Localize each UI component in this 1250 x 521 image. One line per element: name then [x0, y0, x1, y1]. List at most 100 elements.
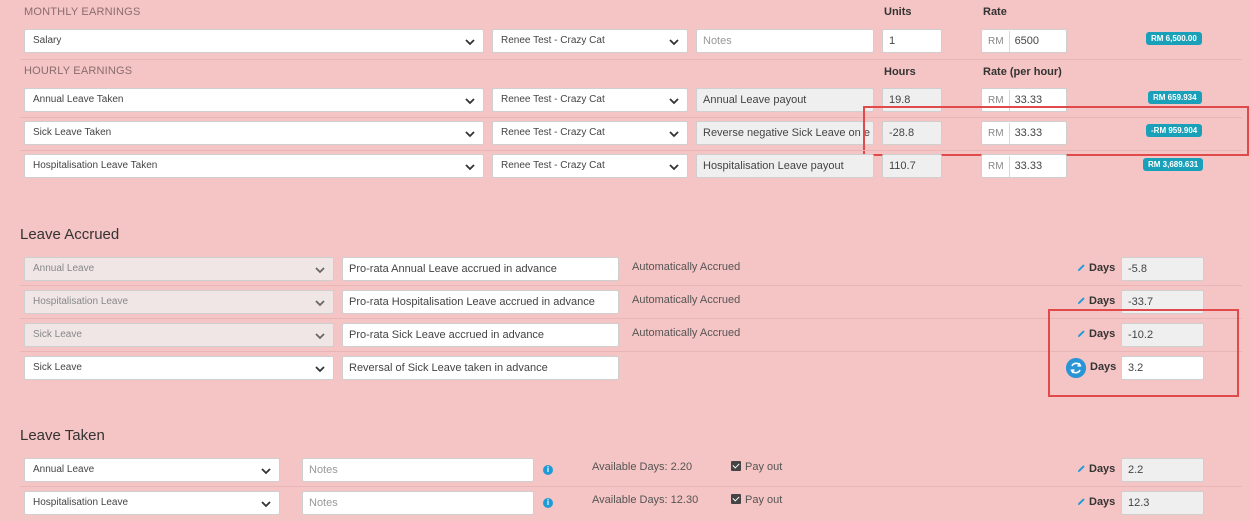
pay-out-label: Pay out [745, 494, 783, 506]
leave-type-value: Sick Leave [33, 362, 82, 373]
highlight-box [863, 106, 1249, 156]
accrual-description-input[interactable]: Pro-rata Hospitalisation Leave accrued i… [342, 290, 619, 314]
row-total-badge: RM 3,689.631 [1143, 158, 1204, 171]
accrual-description-input[interactable]: Pro-rata Annual Leave accrued in advance [342, 257, 619, 281]
accrual-mode-label: Automatically Accrued [632, 261, 741, 273]
days-label: Days [1089, 295, 1116, 307]
days-input[interactable]: 12.3 [1121, 491, 1204, 515]
leave-type-select: Hospitalisation Leave [24, 290, 334, 314]
chevron-down-icon [261, 501, 271, 508]
info-icon[interactable]: i [543, 465, 553, 475]
employee-value: Renee Test - Crazy Cat [501, 160, 605, 171]
earning-type-value: Annual Leave Taken [33, 94, 124, 105]
days-label: Days [1089, 496, 1116, 508]
notes-input[interactable]: Notes [302, 491, 534, 515]
rate-value: 6500 [1014, 35, 1040, 47]
currency-prefix: RM [988, 31, 1010, 52]
rate-value: 33.33 [1014, 94, 1043, 106]
leave-type-value: Annual Leave [33, 464, 95, 475]
rate-input[interactable]: RM 6500 [981, 29, 1067, 53]
checkbox-checked-icon [731, 461, 741, 471]
earning-type-value: Hospitalisation Leave Taken [33, 160, 158, 171]
hours-input[interactable]: 110.7 [882, 154, 942, 178]
employee-value: Renee Test - Crazy Cat [501, 127, 605, 138]
chevron-down-icon [315, 366, 325, 373]
info-icon[interactable]: i [543, 498, 553, 508]
earning-type-select[interactable]: Salary [24, 29, 484, 53]
chevron-down-icon [465, 39, 475, 46]
accrual-description-input[interactable]: Reversal of Sick Leave taken in advance [342, 356, 619, 380]
leave-taken-heading: Leave Taken [20, 427, 105, 444]
rate-per-hour-column-header: Rate (per hour) [983, 66, 1062, 78]
highlight-box [1048, 309, 1239, 397]
pencil-icon [1077, 498, 1085, 506]
divider [20, 59, 1242, 60]
row-total-badge: RM 6,500.00 [1146, 32, 1202, 45]
edit-days-button[interactable]: Days [1077, 496, 1115, 508]
hourly-earnings-label: HOURLY EARNINGS [24, 65, 133, 77]
leave-type-select: Annual Leave [24, 257, 334, 281]
leave-type-select: Sick Leave [24, 323, 334, 347]
notes-input[interactable]: Notes [696, 29, 874, 53]
leave-type-select[interactable]: Annual Leave [24, 458, 280, 482]
employee-select[interactable]: Renee Test - Crazy Cat [492, 29, 688, 53]
leave-type-select[interactable]: Hospitalisation Leave [24, 491, 280, 515]
accrual-description-input[interactable]: Pro-rata Sick Leave accrued in advance [342, 323, 619, 347]
chevron-down-icon [669, 131, 679, 138]
divider [20, 150, 1242, 151]
earning-type-select[interactable]: Annual Leave Taken [24, 88, 484, 112]
available-days-text: Available Days: 12.30 [592, 494, 699, 506]
notes-placeholder: Notes [309, 497, 338, 509]
notes-input[interactable]: Reverse negative Sick Leave on e [696, 121, 874, 145]
row-total-badge: RM 659.934 [1148, 91, 1202, 104]
notes-placeholder: Notes [309, 464, 338, 476]
days-input[interactable]: -5.8 [1121, 257, 1204, 281]
chevron-down-icon [465, 131, 475, 138]
employee-value: Renee Test - Crazy Cat [501, 94, 605, 105]
edit-days-button[interactable]: Days [1077, 262, 1115, 274]
pay-out-checkbox[interactable]: Pay out [731, 461, 782, 473]
currency-prefix: RM [988, 156, 1010, 177]
pencil-icon [1077, 465, 1085, 473]
earning-type-select[interactable]: Hospitalisation Leave Taken [24, 154, 484, 178]
rate-value: 33.33 [1014, 160, 1043, 172]
employee-value: Renee Test - Crazy Cat [501, 35, 605, 46]
checkbox-checked-icon [731, 494, 741, 504]
units-column-header: Units [884, 6, 912, 18]
pay-out-checkbox[interactable]: Pay out [731, 494, 782, 506]
days-label: Days [1089, 262, 1116, 274]
leave-type-value: Hospitalisation Leave [33, 296, 129, 307]
chevron-down-icon [669, 98, 679, 105]
employee-select[interactable]: Renee Test - Crazy Cat [492, 88, 688, 112]
pencil-icon [1077, 264, 1085, 272]
leave-type-value: Sick Leave [33, 329, 82, 340]
chevron-down-icon [669, 39, 679, 46]
chevron-down-icon [315, 333, 325, 340]
days-label: Days [1089, 463, 1116, 475]
units-input[interactable]: 1 [882, 29, 942, 53]
notes-input[interactable]: Annual Leave payout [696, 88, 874, 112]
accrual-mode-label: Automatically Accrued [632, 294, 741, 306]
earning-type-value: Sick Leave Taken [33, 127, 112, 138]
hours-column-header: Hours [884, 66, 916, 78]
notes-input[interactable]: Notes [302, 458, 534, 482]
notes-input[interactable]: Hospitalisation Leave payout [696, 154, 874, 178]
chevron-down-icon [465, 164, 475, 171]
rate-column-header: Rate [983, 6, 1007, 18]
leave-type-value: Annual Leave [33, 263, 95, 274]
days-input[interactable]: 2.2 [1121, 458, 1204, 482]
leave-type-select[interactable]: Sick Leave [24, 356, 334, 380]
accrual-mode-label: Automatically Accrued [632, 327, 741, 339]
notes-placeholder: Notes [703, 35, 732, 47]
leave-type-value: Hospitalisation Leave [33, 497, 129, 508]
edit-days-button[interactable]: Days [1077, 463, 1115, 475]
chevron-down-icon [261, 468, 271, 475]
chevron-down-icon [315, 267, 325, 274]
leave-accrued-heading: Leave Accrued [20, 226, 120, 243]
rate-input[interactable]: RM 33.33 [981, 154, 1067, 178]
employee-select[interactable]: Renee Test - Crazy Cat [492, 121, 688, 145]
employee-select[interactable]: Renee Test - Crazy Cat [492, 154, 688, 178]
earning-type-select[interactable]: Sick Leave Taken [24, 121, 484, 145]
edit-days-button[interactable]: Days [1077, 295, 1115, 307]
pencil-icon [1077, 297, 1085, 305]
